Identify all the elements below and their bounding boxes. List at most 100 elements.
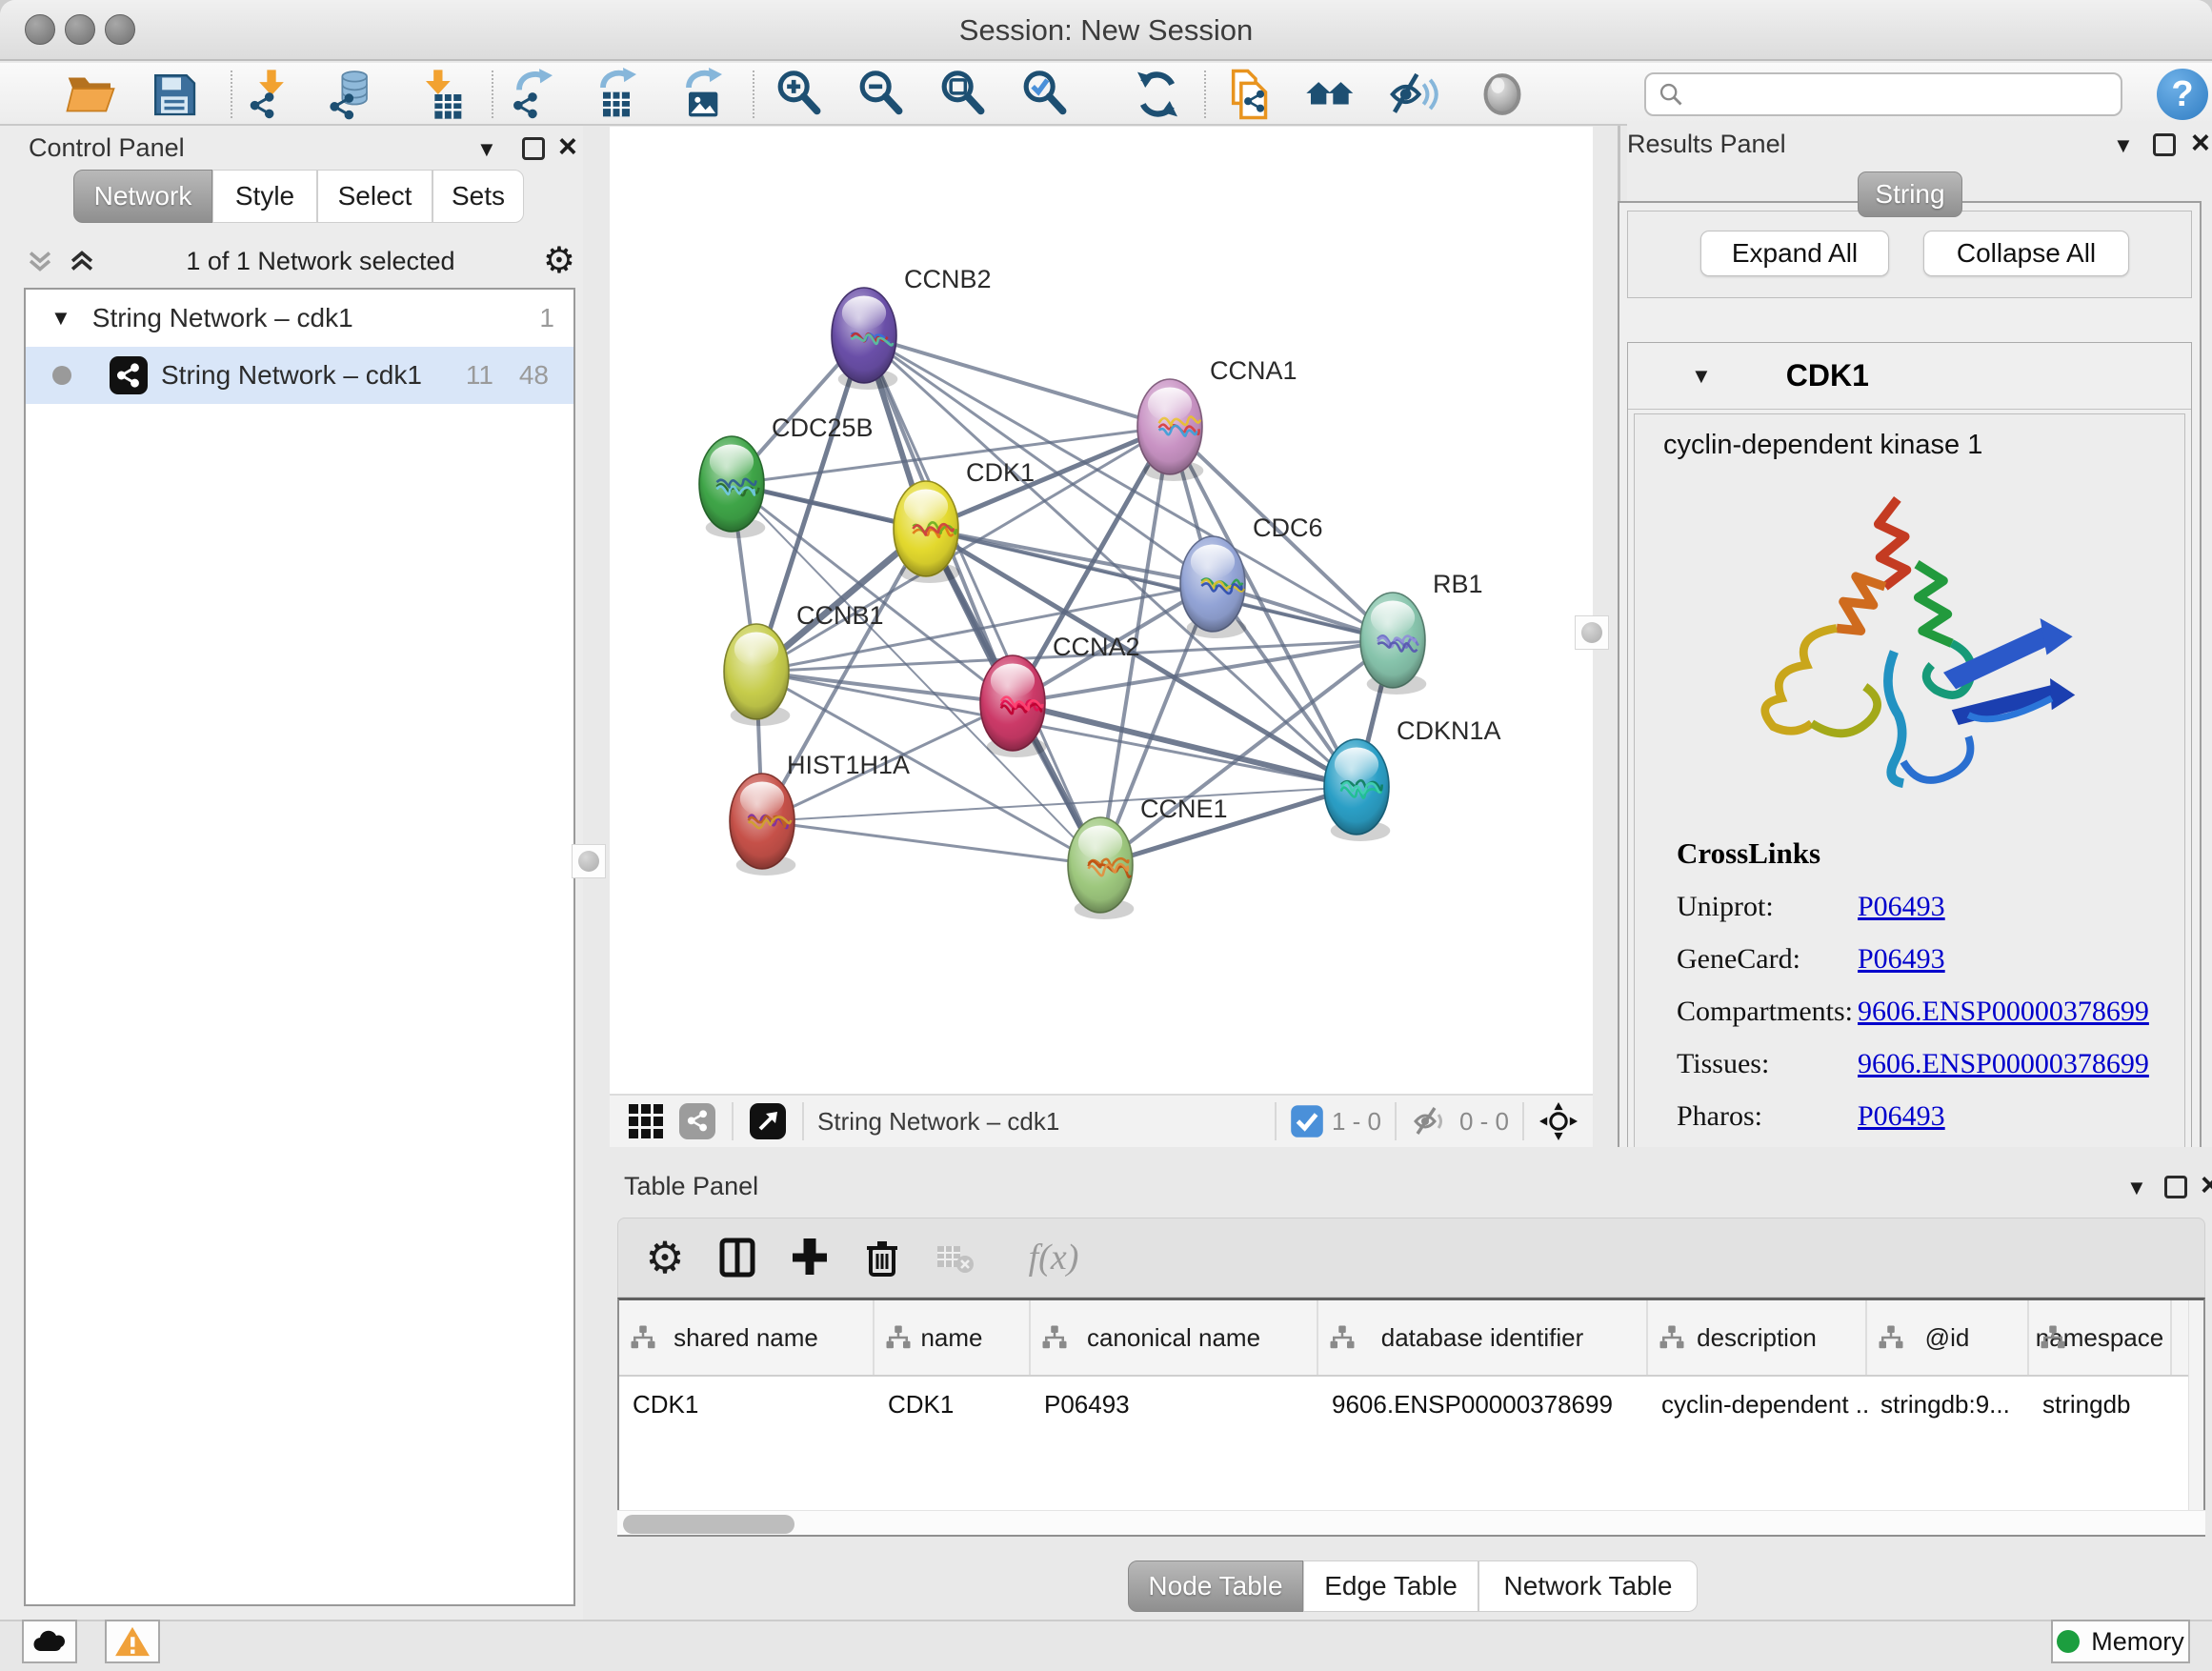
column-header[interactable]: description — [1648, 1300, 1867, 1375]
results-panel: Results Panel ▼ × String Expand All Coll… — [1627, 124, 2212, 1181]
gear-icon[interactable]: ⚙ — [543, 243, 575, 279]
panel-menu-icon[interactable]: ▼ — [2126, 1176, 2147, 1200]
refresh-icon — [1131, 68, 1184, 121]
tab-sets[interactable]: Sets — [432, 170, 524, 223]
network-node[interactable]: CCNA1 — [1137, 356, 1297, 481]
tab-select[interactable]: Select — [317, 170, 432, 223]
tab-style[interactable]: Style — [212, 170, 317, 223]
fit-selection-crosshair-icon[interactable] — [1538, 1100, 1579, 1142]
tab-edge-table[interactable]: Edge Table — [1303, 1560, 1478, 1612]
node-label: RB1 — [1433, 570, 1483, 598]
zoom-fit-button[interactable] — [932, 67, 995, 122]
zoom-in-button[interactable] — [768, 67, 831, 122]
entry-expand-icon[interactable]: ▼ — [1691, 364, 1712, 389]
network-node[interactable]: HIST1H1A — [730, 751, 910, 876]
float-panel-icon[interactable] — [522, 137, 545, 160]
float-panel-icon[interactable] — [2164, 1176, 2187, 1198]
table-horizontal-scrollbar[interactable] — [617, 1510, 2205, 1535]
search-field[interactable] — [1644, 72, 2122, 116]
table-settings-button[interactable]: ⚙ — [639, 1232, 691, 1283]
panel-menu-icon[interactable]: ▼ — [2113, 133, 2134, 158]
presentation-eye-button[interactable] — [1471, 67, 1534, 122]
delete-column-button[interactable] — [856, 1232, 908, 1283]
tab-network[interactable]: Network — [73, 170, 212, 223]
toolbar-separator — [231, 70, 232, 118]
crosslink-link[interactable]: P06493 — [1858, 943, 1945, 976]
collapse-all-button[interactable]: Collapse All — [1923, 231, 2129, 276]
search-input[interactable] — [1684, 76, 2109, 112]
open-session-button[interactable] — [59, 67, 122, 122]
column-header[interactable]: database identifier — [1318, 1300, 1648, 1375]
selected-checkbox-icon[interactable] — [1290, 1100, 1324, 1142]
import-table-button[interactable] — [408, 67, 471, 122]
tab-string[interactable]: String — [1858, 171, 1962, 217]
close-panel-icon[interactable]: × — [2201, 1174, 2212, 1197]
apply-layout-button[interactable] — [1126, 67, 1189, 122]
node-label: CDKN1A — [1397, 716, 1501, 745]
collection-expand-icon[interactable]: ▼ — [50, 306, 71, 331]
export-network-button[interactable] — [501, 67, 564, 122]
network-list: ▼ String Network – cdk1 1 String Network… — [24, 288, 575, 1606]
hidden-eye-slash-icon[interactable] — [1410, 1100, 1452, 1142]
column-header[interactable]: namespace — [2029, 1300, 2172, 1375]
zoom-selected-button[interactable] — [1014, 67, 1076, 122]
fx-icon: f(x) — [1029, 1237, 1079, 1278]
save-session-button[interactable] — [143, 67, 206, 122]
network-node[interactable]: RB1 — [1360, 570, 1483, 695]
table-row[interactable]: CDK1CDK1P064939606.ENSP00000378699cyclin… — [619, 1377, 2203, 1439]
cloud-status-button[interactable] — [22, 1620, 77, 1663]
table-vertical-scrollbar[interactable] — [2188, 1300, 2203, 1535]
scrollbar-thumb[interactable] — [623, 1515, 794, 1534]
export-table-button[interactable] — [585, 67, 648, 122]
export-image-button[interactable] — [671, 67, 734, 122]
network-node[interactable]: CCNB2 — [832, 265, 992, 390]
warnings-button[interactable] — [105, 1620, 160, 1663]
column-header[interactable]: shared name — [619, 1300, 875, 1375]
delete-table-button[interactable] — [929, 1232, 980, 1283]
function-builder-button[interactable]: f(x) — [1001, 1232, 1106, 1283]
expand-all-button[interactable]: Expand All — [1700, 231, 1889, 276]
help-button[interactable]: ? — [2157, 69, 2208, 120]
tab-node-table[interactable]: Node Table — [1128, 1560, 1303, 1612]
network-collection-row[interactable]: ▼ String Network – cdk1 1 — [26, 290, 573, 347]
expand-all-icon[interactable] — [66, 245, 98, 277]
network-view-mode-icon[interactable] — [676, 1100, 718, 1142]
hide-glass-eye-button[interactable] — [1383, 67, 1446, 122]
column-type-icon — [2039, 1323, 2067, 1352]
crosslink-link[interactable]: 9606.ENSP00000378699 — [1858, 996, 2149, 1028]
panel-menu-icon[interactable]: ▼ — [476, 137, 497, 162]
string-home-button[interactable] — [1299, 67, 1362, 122]
close-panel-icon[interactable]: × — [2191, 131, 2210, 154]
network-node[interactable]: CDKN1A — [1324, 716, 1501, 841]
right-splitter-handle[interactable] — [1575, 615, 1609, 650]
network-from-clipboard-button[interactable] — [1217, 67, 1280, 122]
crosslink-link[interactable]: P06493 — [1858, 891, 1945, 923]
close-panel-icon[interactable]: × — [558, 135, 577, 158]
memory-button[interactable]: Memory — [2051, 1620, 2190, 1663]
network-canvas[interactable]: CCNB2CCNA1CDC25BCDK1CDC6RB1CCNB1CCNA2CDK… — [610, 127, 1593, 1094]
node-label: CCNA1 — [1210, 356, 1297, 385]
entry-header[interactable]: ▼ CDK1 — [1628, 343, 2191, 410]
column-header[interactable]: canonical name — [1031, 1300, 1318, 1375]
zoom-out-button[interactable] — [850, 67, 913, 122]
crosslink-link[interactable]: 9606.ENSP00000378699 — [1858, 1048, 2149, 1080]
network-type-icon — [110, 356, 148, 394]
tab-network-table[interactable]: Network Table — [1478, 1560, 1698, 1612]
network-node[interactable]: CCNE1 — [1068, 795, 1228, 919]
column-header[interactable]: @id — [1867, 1300, 2029, 1375]
left-splitter-handle[interactable] — [572, 844, 606, 878]
import-network-file-button[interactable] — [240, 67, 303, 122]
add-column-button[interactable] — [784, 1232, 835, 1283]
float-panel-icon[interactable] — [2153, 133, 2176, 156]
collapse-all-icon[interactable] — [24, 245, 56, 277]
network-graph[interactable]: CCNB2CCNA1CDC25BCDK1CDC6RB1CCNB1CCNA2CDK… — [610, 127, 1593, 1094]
show-columns-button[interactable] — [712, 1232, 763, 1283]
grid-view-icon[interactable] — [625, 1100, 667, 1142]
column-header[interactable]: name — [875, 1300, 1031, 1375]
birds-eye-view-icon[interactable] — [747, 1100, 789, 1142]
network-row-selected[interactable]: String Network – cdk1 11 48 — [26, 347, 573, 404]
column-type-icon — [629, 1323, 657, 1352]
import-network-database-button[interactable] — [322, 67, 385, 122]
database-icon — [327, 68, 380, 121]
crosslink-link[interactable]: P06493 — [1858, 1100, 1945, 1133]
